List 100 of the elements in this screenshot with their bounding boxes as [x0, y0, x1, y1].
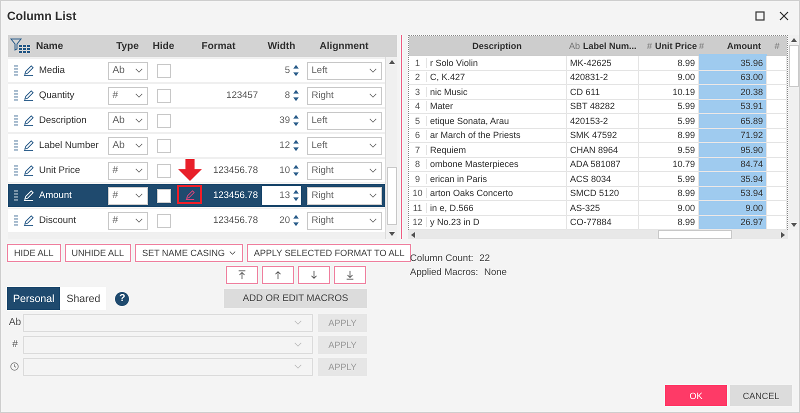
type-dropdown[interactable]: Ab — [108, 112, 148, 130]
chevron-icon — [368, 143, 376, 148]
drag-handle-icon[interactable] — [14, 214, 18, 226]
column-header: Name — [36, 40, 64, 52]
drag-handle-icon[interactable] — [14, 140, 18, 152]
drag-handle-icon[interactable] — [14, 90, 18, 102]
table-cell: 26.97 — [699, 216, 767, 229]
arrow-to-top-icon — [237, 270, 247, 280]
table-cell: ar March of the Priests — [427, 128, 567, 142]
table-cell: ADA 581087 — [567, 158, 639, 171]
pencil-icon[interactable] — [23, 90, 34, 101]
row-number: 6 — [409, 130, 427, 140]
cancel-button[interactable]: CANCEL — [730, 385, 792, 406]
column-header: Hide — [152, 40, 176, 52]
type-indicator: Ab — [569, 41, 580, 51]
column-header: Alignment — [318, 40, 370, 52]
scroll-thumb[interactable] — [386, 167, 396, 225]
table-cell: 9.00 — [699, 201, 767, 214]
scroll-up-icon[interactable] — [388, 60, 394, 64]
chevron-icon — [134, 193, 142, 198]
hide-checkbox[interactable] — [156, 114, 170, 128]
hide-checkbox[interactable] — [156, 64, 170, 78]
type-dropdown[interactable]: Ab — [108, 62, 148, 80]
alignment-dropdown[interactable]: Left — [306, 112, 382, 130]
close-icon[interactable] — [779, 11, 789, 21]
add-macros-button[interactable]: ADD OR EDIT MACROS — [224, 289, 367, 308]
alignment-dropdown[interactable]: Right — [306, 212, 382, 230]
ok-button[interactable]: OK — [665, 385, 727, 406]
scrollbar[interactable] — [385, 57, 397, 239]
tab[interactable]: Personal — [7, 287, 60, 310]
type-indicator: # — [774, 41, 780, 51]
type-dropdown[interactable]: Ab — [108, 136, 148, 154]
pencil-icon — [184, 190, 194, 200]
pencil-icon[interactable] — [23, 140, 34, 151]
scroll-down-icon[interactable] — [790, 223, 796, 227]
type-dropdown[interactable]: # — [108, 212, 148, 230]
format-text: 123457 — [226, 90, 258, 101]
move-to-bottom-button[interactable] — [334, 266, 366, 284]
table-cell: SBT 48282 — [567, 100, 639, 113]
format-text: 123456.78 — [213, 215, 258, 226]
alignment-dropdown[interactable]: Right — [306, 162, 382, 180]
chevron-icon — [294, 320, 302, 325]
scroll-up-icon[interactable] — [790, 38, 796, 42]
info-value: 22 — [479, 253, 490, 264]
scroll-thumb[interactable] — [788, 45, 798, 87]
chevron-icon — [368, 68, 376, 73]
action-button[interactable]: HIDE ALL — [7, 244, 61, 262]
drag-handle-icon[interactable] — [14, 64, 18, 76]
horizontal-scrollbar[interactable] — [408, 230, 788, 239]
chevron-icon — [368, 193, 376, 198]
row-number: 9 — [409, 174, 427, 184]
hide-checkbox[interactable] — [156, 164, 170, 178]
column-row[interactable]: Unit Price # 123456.78 10 Right — [8, 159, 385, 182]
hide-checkbox[interactable] — [156, 88, 170, 102]
scroll-down-icon[interactable] — [388, 232, 394, 236]
column-row[interactable]: Quantity # 123457 8 Right — [8, 84, 385, 107]
hide-checkbox[interactable] — [156, 188, 170, 202]
hide-checkbox[interactable] — [156, 214, 170, 228]
alignment-dropdown[interactable]: Left — [306, 136, 382, 154]
width-spinner[interactable]: 13 — [262, 186, 301, 205]
table-cell: Requiem — [427, 143, 567, 156]
type-dropdown[interactable]: # — [108, 162, 148, 180]
drag-handle-icon[interactable] — [14, 164, 18, 176]
hide-checkbox[interactable] — [156, 138, 170, 152]
column-row[interactable]: Label Number Ab 12 Left — [8, 134, 385, 157]
maximize-icon[interactable] — [755, 11, 765, 21]
move-to-top-button[interactable] — [226, 266, 258, 284]
scroll-thumb[interactable] — [658, 230, 732, 239]
drag-handle-icon[interactable] — [14, 190, 18, 202]
column-filter-icon[interactable] — [10, 38, 30, 54]
scroll-right-icon[interactable] — [781, 232, 785, 238]
row-number: 1 — [409, 58, 427, 68]
pencil-icon[interactable] — [23, 215, 34, 226]
table-cell: 53.91 — [699, 100, 767, 113]
alignment-dropdown[interactable]: Left — [306, 62, 382, 80]
scroll-left-icon[interactable] — [411, 232, 415, 238]
type-dropdown[interactable]: # — [108, 186, 148, 204]
scrollbar[interactable] — [788, 35, 799, 230]
table-cell: ombone Masterpieces — [427, 158, 567, 171]
action-button[interactable]: UNHIDE ALL — [64, 244, 132, 262]
action-button[interactable]: SET NAME CASING — [135, 244, 243, 262]
row-number: 8 — [409, 159, 427, 170]
type-dropdown[interactable]: # — [108, 86, 148, 104]
column-header: Type — [115, 40, 140, 52]
column-row[interactable]: Discount # 123456.78 20 Right — [8, 209, 385, 232]
row-number: 11 — [409, 202, 427, 213]
alignment-dropdown[interactable]: Right — [306, 86, 382, 104]
drag-handle-icon[interactable] — [14, 114, 18, 126]
clock-icon — [10, 362, 19, 371]
column-row[interactable]: Description Ab 39 Left — [8, 109, 385, 132]
action-button[interactable]: APPLY SELECTED FORMAT TO ALL — [246, 244, 412, 262]
alignment-dropdown[interactable]: Right — [306, 186, 382, 204]
row-number: 3 — [409, 86, 427, 97]
type-indicator: Ab — [8, 317, 22, 328]
pencil-icon[interactable] — [23, 65, 34, 76]
row-number: 10 — [409, 188, 427, 198]
pencil-icon[interactable] — [23, 165, 34, 176]
pencil-icon[interactable] — [23, 115, 34, 126]
column-row[interactable]: Media Ab 5 Left — [8, 59, 385, 82]
help-button[interactable]: ? — [115, 292, 130, 306]
